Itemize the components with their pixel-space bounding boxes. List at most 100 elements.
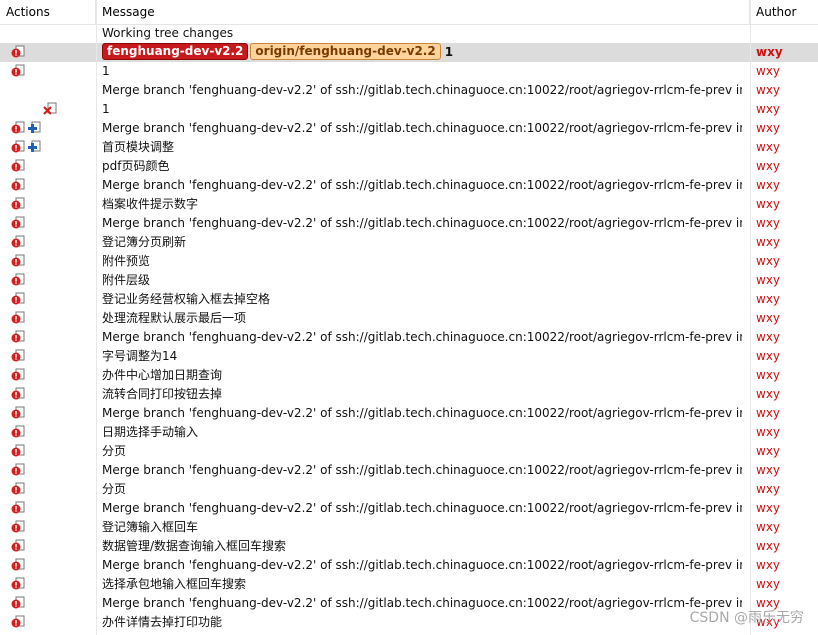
commit-row[interactable]: 字号调整为14 wxy bbox=[0, 347, 818, 366]
commit-author: wxy bbox=[756, 520, 781, 534]
row-actions bbox=[0, 271, 96, 290]
error-overlay-icon bbox=[11, 482, 25, 495]
commit-author: wxy bbox=[756, 273, 781, 287]
row-actions bbox=[0, 24, 96, 43]
header-message[interactable]: Message bbox=[96, 0, 750, 24]
header-author[interactable]: Author bbox=[750, 0, 818, 24]
commit-message: 办件详情去掉打印功能 bbox=[102, 615, 223, 629]
commit-author: wxy bbox=[756, 140, 781, 154]
commit-message: 登记业务经营权输入框去掉空格 bbox=[102, 292, 271, 306]
commit-row[interactable]: 首页模块调整 wxy bbox=[0, 138, 818, 157]
commit-message: Merge branch 'fenghuang-dev-v2.2' of ssh… bbox=[102, 216, 742, 230]
commit-author: wxy bbox=[756, 254, 781, 268]
commit-row[interactable]: Merge branch 'fenghuang-dev-v2.2' of ssh… bbox=[0, 461, 818, 480]
commit-author: wxy bbox=[756, 539, 781, 553]
watermark: CSDN @雨乐无穷 bbox=[689, 610, 804, 626]
row-actions bbox=[0, 499, 96, 518]
row-actions bbox=[0, 176, 96, 195]
selected-commit-row[interactable]: fenghuang-dev-v2.2 origin/fenghuang-dev-v… bbox=[0, 43, 818, 62]
commit-row[interactable]: 分页 wxy bbox=[0, 442, 818, 461]
error-overlay-icon bbox=[11, 64, 25, 77]
commit-message: Merge branch 'fenghuang-dev-v2.2' of ssh… bbox=[102, 501, 742, 515]
error-overlay-icon bbox=[11, 596, 25, 609]
commit-log-list: Working tree changes fenghuang-dev-v2.2 o… bbox=[0, 24, 818, 632]
commit-row[interactable]: Merge branch 'fenghuang-dev-v2.2' of ssh… bbox=[0, 328, 818, 347]
error-overlay-icon bbox=[11, 349, 25, 362]
commit-message: 流转合同打印按钮去掉 bbox=[102, 387, 223, 401]
commit-row[interactable]: 处理流程默认展示最后一项 wxy bbox=[0, 309, 818, 328]
commit-message: Merge branch 'fenghuang-dev-v2.2' of ssh… bbox=[102, 558, 742, 572]
commit-message: Merge branch 'fenghuang-dev-v2.2' of ssh… bbox=[102, 463, 742, 477]
commit-author: wxy bbox=[756, 368, 781, 382]
local-branch-badge[interactable]: fenghuang-dev-v2.2 bbox=[102, 43, 249, 60]
commit-author: wxy bbox=[756, 558, 781, 572]
commit-author: wxy bbox=[756, 292, 781, 306]
row-author: wxy bbox=[756, 45, 783, 59]
commit-author: wxy bbox=[756, 330, 781, 344]
commit-row[interactable]: 登记簿输入框回车 wxy bbox=[0, 518, 818, 537]
commit-author: wxy bbox=[756, 216, 781, 230]
commit-row[interactable]: 选择承包地输入框回车搜索 wxy bbox=[0, 575, 818, 594]
row-actions bbox=[0, 385, 96, 404]
commit-author: wxy bbox=[756, 463, 781, 477]
row-actions bbox=[0, 81, 96, 100]
commit-row[interactable]: Merge branch 'fenghuang-dev-v2.2' of ssh… bbox=[0, 81, 818, 100]
error-overlay-icon bbox=[11, 121, 25, 134]
commit-row[interactable]: Merge branch 'fenghuang-dev-v2.2' of ssh… bbox=[0, 214, 818, 233]
row-actions bbox=[0, 214, 96, 233]
commit-row[interactable]: 附件层级 wxy bbox=[0, 271, 818, 290]
row-actions bbox=[0, 195, 96, 214]
added-file-icon bbox=[28, 121, 41, 133]
remote-branch-badge[interactable]: origin/fenghuang-dev-v2.2 bbox=[250, 43, 441, 60]
row-actions bbox=[0, 575, 96, 594]
commit-author: wxy bbox=[756, 121, 781, 135]
row-actions bbox=[0, 138, 96, 157]
row-actions bbox=[0, 43, 96, 62]
commit-message: 档案收件提示数字 bbox=[102, 197, 199, 211]
error-overlay-icon bbox=[11, 273, 25, 286]
commit-row[interactable]: 办件中心增加日期查询 wxy bbox=[0, 366, 818, 385]
commit-message: 附件预览 bbox=[102, 254, 151, 268]
commit-row[interactable]: Merge branch 'fenghuang-dev-v2.2' of ssh… bbox=[0, 176, 818, 195]
working-tree-label: Working tree changes bbox=[102, 26, 234, 40]
error-overlay-icon bbox=[11, 463, 25, 476]
commit-row[interactable]: 1 wxy bbox=[0, 100, 818, 119]
commit-author: wxy bbox=[756, 425, 781, 439]
commit-row[interactable]: Merge branch 'fenghuang-dev-v2.2' of ssh… bbox=[0, 556, 818, 575]
row-actions bbox=[0, 119, 96, 138]
row-actions bbox=[0, 366, 96, 385]
commit-row[interactable]: 登记业务经营权输入框去掉空格 wxy bbox=[0, 290, 818, 309]
commit-message: Merge branch 'fenghuang-dev-v2.2' of ssh… bbox=[102, 83, 742, 97]
header-actions[interactable]: Actions bbox=[0, 0, 96, 24]
error-overlay-icon bbox=[11, 178, 25, 191]
commit-message: 登记簿分页刷新 bbox=[102, 235, 187, 249]
commit-row[interactable]: 日期选择手动输入 wxy bbox=[0, 423, 818, 442]
commit-row[interactable]: 档案收件提示数字 wxy bbox=[0, 195, 818, 214]
commit-message: 登记簿输入框回车 bbox=[102, 520, 199, 534]
commit-row[interactable]: 登记簿分页刷新 wxy bbox=[0, 233, 818, 252]
commit-row[interactable]: 流转合同打印按钮去掉 wxy bbox=[0, 385, 818, 404]
commit-message: Merge branch 'fenghuang-dev-v2.2' of ssh… bbox=[102, 178, 742, 192]
commit-row[interactable]: 数据管理/数据查询输入框回车搜索 wxy bbox=[0, 537, 818, 556]
commit-row[interactable]: Merge branch 'fenghuang-dev-v2.2' of ssh… bbox=[0, 119, 818, 138]
working-tree-row[interactable]: Working tree changes bbox=[0, 24, 818, 43]
error-overlay-icon bbox=[11, 292, 25, 305]
commit-author: wxy bbox=[756, 387, 781, 401]
error-overlay-icon bbox=[11, 368, 25, 381]
row-actions bbox=[0, 613, 96, 632]
commit-row[interactable]: Merge branch 'fenghuang-dev-v2.2' of ssh… bbox=[0, 499, 818, 518]
commit-row[interactable]: 1 wxy bbox=[0, 62, 818, 81]
error-overlay-icon bbox=[11, 520, 25, 533]
commit-message: 首页模块调整 bbox=[102, 140, 175, 154]
commit-row[interactable]: 分页 wxy bbox=[0, 480, 818, 499]
commit-author: wxy bbox=[756, 349, 781, 363]
commit-row[interactable]: 附件预览 wxy bbox=[0, 252, 818, 271]
error-overlay-icon bbox=[11, 558, 25, 571]
row-actions bbox=[0, 480, 96, 499]
commit-row[interactable]: Merge branch 'fenghuang-dev-v2.2' of ssh… bbox=[0, 404, 818, 423]
error-overlay-icon bbox=[11, 406, 25, 419]
error-overlay-icon bbox=[11, 444, 25, 457]
deleted-file-icon bbox=[43, 102, 57, 115]
commit-row[interactable]: pdf页码颜色 wxy bbox=[0, 157, 818, 176]
error-overlay-icon bbox=[11, 140, 25, 153]
